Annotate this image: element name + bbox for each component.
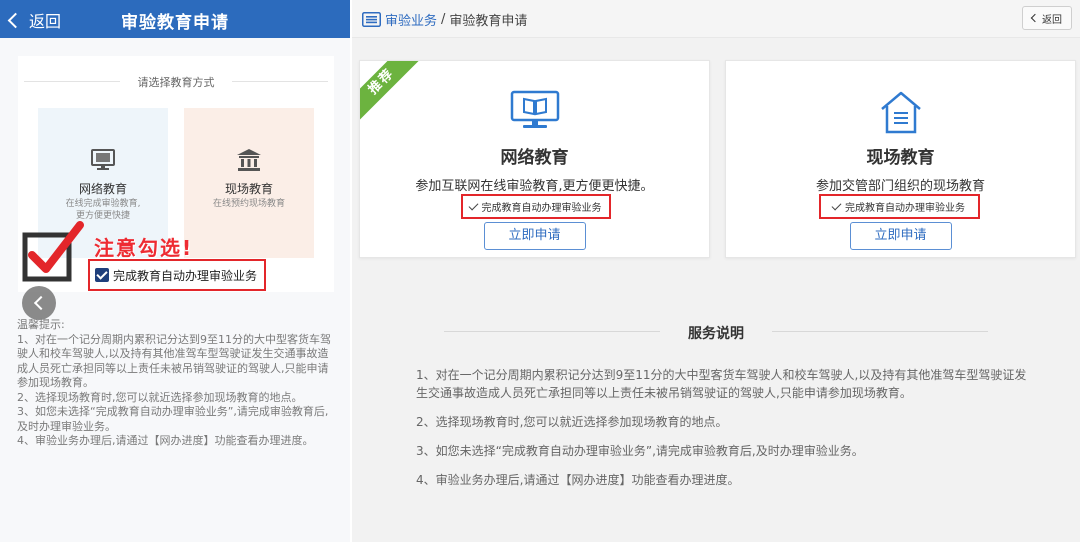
recommend-ribbon: 推荐 [360, 61, 423, 123]
page-title: 审验教育申请 [121, 13, 229, 33]
auto-process-label: 完成教育自动办理审验业务 [113, 268, 258, 283]
online-education-name: 网络教育 [500, 148, 569, 168]
tips-section: 温馨提示: 1、对在一个记分周期内累积记分达到9至11分的大中型客货车驾驶人和校… [17, 318, 335, 449]
auto-process-option[interactable]: 完成教育自动办理审验业务 [461, 194, 611, 219]
checkmark-icon [468, 200, 478, 210]
breadcrumb-separator: / [441, 12, 446, 27]
monitor-icon [91, 149, 115, 170]
checkmark-icon [831, 200, 842, 210]
service-description: 服务说明 1、对在一个记分周期内累积记分达到9至11分的大中型客货车驾驶人和校车… [352, 286, 1080, 542]
service-item: 4、审验业务办理后,请通过【网办进度】功能查看办理进度。 [416, 473, 740, 487]
apply-online-button[interactable]: 立即申请 [483, 222, 586, 250]
onsite-education-desc: 参加交管部门组织的现场教育 [815, 179, 985, 194]
service-item: 2、选择现场教育时,您可以就近选择参加现场教育的地点。 [416, 415, 728, 429]
chevron-left-icon [1030, 13, 1040, 23]
service-items: 1、对在一个记分周期内累积记分达到9至11分的大中型客货车驾驶人和校车驾驶人,以… [416, 366, 1036, 500]
mobile-header: 返回 审验教育申请 [0, 0, 350, 38]
online-education-card: 推荐 网络教育 参加互联网在线审验教育,更方便更快捷。 完成教育自动办理审验业务… [359, 60, 710, 258]
mobile-screen: 返回 审验教育申请 请选择教育方式 网络教育 在线完成审验教育, 更方便更快捷 [0, 0, 350, 542]
tip-item: 2、选择现场教育时,您可以就近选择参加现场教育的地点。 [17, 390, 303, 404]
tip-item: 4、审验业务办理后,请通过【网办进度】功能查看办理进度。 [17, 434, 314, 447]
desktop-screen: 审验业务 / 审验教育申请 返回 推荐 网络教育 参加互联网在线审验教育,更方便… [352, 0, 1080, 542]
auto-process-label: 完成教育自动办理审验业务 [845, 203, 965, 214]
list-icon [362, 12, 381, 27]
onsite-education-name: 现场教育 [224, 182, 273, 196]
auto-process-checkbox[interactable]: 完成教育自动办理审验业务 [88, 259, 266, 291]
auto-process-option[interactable]: 完成教育自动办理审验业务 [819, 194, 980, 219]
checkbox-checked-icon [95, 268, 109, 282]
apply-onsite-button[interactable]: 立即申请 [849, 222, 952, 250]
service-title: 服务说明 [688, 326, 744, 342]
service-item: 3、如您未选择“完成教育自动办理审验业务”,请完成审验教育后,及时办理审验业务。 [416, 444, 864, 458]
onsite-education-card[interactable]: 现场教育 在线预约现场教育 [184, 108, 314, 258]
tip-item: 1、对在一个记分周期内累积记分达到9至11分的大中型客货车驾驶人和校车驾驶人,以… [17, 332, 331, 390]
tips-title: 温馨提示: [17, 318, 65, 331]
back-button[interactable]: 返回 [1022, 6, 1072, 30]
tip-item: 3、如您未选择“完成教育自动办理审验业务”,请完成审验教育后,及时办理审验业务。 [17, 405, 329, 433]
back-label: 返回 [1042, 14, 1062, 26]
warning-text: 注意勾选! [94, 236, 194, 260]
online-education-name: 网络教育 [78, 182, 127, 196]
breadcrumb-link[interactable]: 审验业务 [385, 10, 437, 29]
bank-building-icon [237, 149, 261, 171]
online-education-desc: 参加互联网在线审验教育,更方便更快捷。 [415, 179, 654, 194]
service-item: 1、对在一个记分周期内累积记分达到9至11分的大中型客货车驾驶人和校车驾驶人,以… [416, 368, 1027, 400]
choose-method-label: 请选择教育方式 [18, 74, 334, 90]
online-education-desc-line1: 在线完成审验教育, [65, 199, 141, 209]
auto-process-label: 完成教育自动办理审验业务 [481, 203, 602, 214]
monitor-book-icon [510, 90, 559, 128]
breadcrumb: 审验业务 / 审验教育申请 [362, 10, 527, 29]
onsite-education-card: 现场教育 参加交管部门组织的现场教育 完成教育自动办理审验业务 立即申请 [725, 60, 1076, 258]
carousel-prev-button[interactable] [22, 286, 56, 320]
house-list-icon [880, 91, 921, 134]
breadcrumb-current: 审验教育申请 [449, 14, 528, 29]
divider [772, 331, 988, 332]
onsite-education-name: 现场教育 [866, 148, 935, 168]
big-checkmark-icon [22, 221, 84, 282]
onsite-education-desc: 在线预约现场教育 [212, 199, 285, 209]
desktop-topbar: 审验业务 / 审验教育申请 返回 [352, 0, 1080, 38]
online-education-desc: 在线完成审验教育, 更方便更快捷 [44, 198, 162, 222]
